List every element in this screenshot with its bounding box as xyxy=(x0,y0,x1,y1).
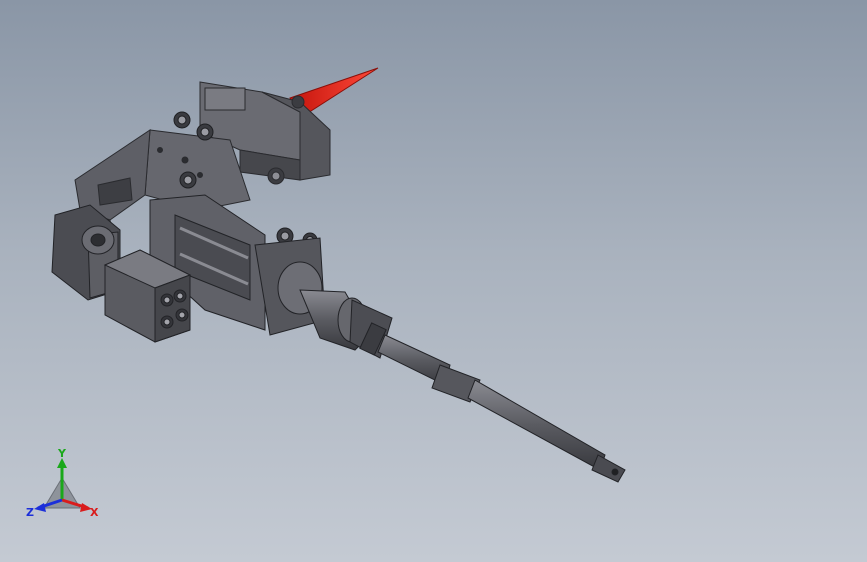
x-axis-label: X xyxy=(90,506,99,519)
y-axis-label: Y xyxy=(57,448,67,460)
graphics-viewport[interactable]: Y X Z xyxy=(0,0,867,562)
3d-model-assembly[interactable] xyxy=(0,0,867,562)
tool-shaft[interactable] xyxy=(377,334,626,483)
z-axis-arrow-icon xyxy=(34,503,46,512)
spindle-housing[interactable] xyxy=(299,289,393,359)
view-orientation-triad: Y X Z xyxy=(24,447,104,528)
z-axis-label: Z xyxy=(26,506,34,519)
